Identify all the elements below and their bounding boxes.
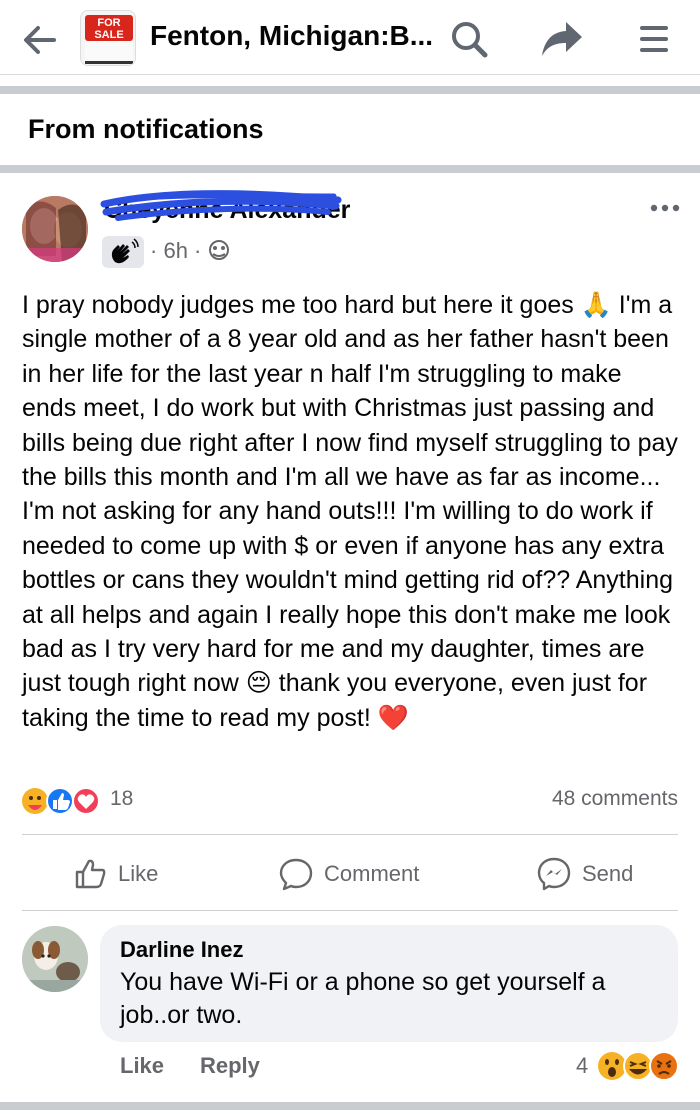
thumbs-up-icon — [75, 859, 106, 889]
share-arrow-icon[interactable] — [540, 18, 584, 60]
divider — [22, 910, 678, 911]
top-bar: FOR SALE Fenton, Michigan:B... — [0, 0, 700, 76]
angry-reaction-icon — [649, 1051, 679, 1081]
comment-label: Comment — [324, 861, 420, 886]
svg-text:SALE: SALE — [94, 29, 123, 41]
comments-count[interactable]: 48 comments — [552, 787, 678, 811]
care-reaction-icon — [22, 788, 48, 814]
divider — [22, 834, 678, 835]
send-label: Send — [582, 861, 634, 886]
love-reaction-icon — [72, 787, 100, 815]
section-separator — [0, 86, 700, 94]
like-reaction-icon — [46, 787, 74, 815]
send-button[interactable]: Send — [536, 852, 633, 896]
topbar-divider — [0, 74, 700, 75]
for-sale-sign-icon: FOR SALE — [81, 11, 135, 65]
section-separator — [0, 1102, 700, 1110]
waving-hand-icon — [111, 238, 139, 264]
author-avatar[interactable] — [22, 196, 88, 262]
group-thumbnail[interactable]: FOR SALE — [80, 10, 136, 66]
commenter-avatar[interactable] — [22, 926, 88, 992]
reaction-count[interactable]: 18 — [110, 787, 133, 811]
comment-button[interactable]: Comment — [278, 852, 419, 896]
group-privacy-icon — [209, 240, 229, 260]
comment-text: You have Wi-Fi or a phone so get yoursel… — [120, 968, 606, 1029]
post-time: 6h — [163, 238, 188, 263]
post-body-text: I pray nobody judges me too hard but her… — [22, 291, 678, 732]
comment-bubble-icon — [279, 858, 313, 891]
comment-reply-button[interactable]: Reply — [200, 1053, 260, 1079]
post-timestamp[interactable]: · 6h · — [150, 238, 201, 264]
comment-like-button[interactable]: Like — [120, 1053, 164, 1079]
messenger-icon — [537, 857, 571, 891]
commenter-name[interactable]: Darline Inez — [120, 937, 243, 963]
dog-photo-icon — [22, 926, 88, 992]
more-options-icon[interactable] — [648, 196, 682, 220]
comment-reaction-icons[interactable] — [596, 1050, 682, 1082]
hamburger-menu-icon[interactable] — [636, 18, 672, 60]
group-title[interactable]: Fenton, Michigan:B... — [150, 20, 433, 52]
like-button[interactable]: Like — [74, 852, 158, 896]
search-icon[interactable] — [448, 18, 490, 60]
wow-reaction-icon — [598, 1052, 626, 1080]
comment-reaction-count[interactable]: 4 — [576, 1053, 588, 1079]
from-notifications-heading: From notifications — [28, 114, 264, 144]
back-arrow-icon[interactable] — [20, 20, 60, 60]
haha-reaction-icon — [623, 1051, 653, 1081]
member-badge[interactable] — [102, 236, 144, 268]
svg-text:FOR: FOR — [97, 17, 120, 29]
profile-photo-icon — [22, 196, 88, 262]
section-separator — [0, 165, 700, 173]
redaction-scribble — [100, 190, 342, 221]
like-label: Like — [118, 861, 159, 886]
